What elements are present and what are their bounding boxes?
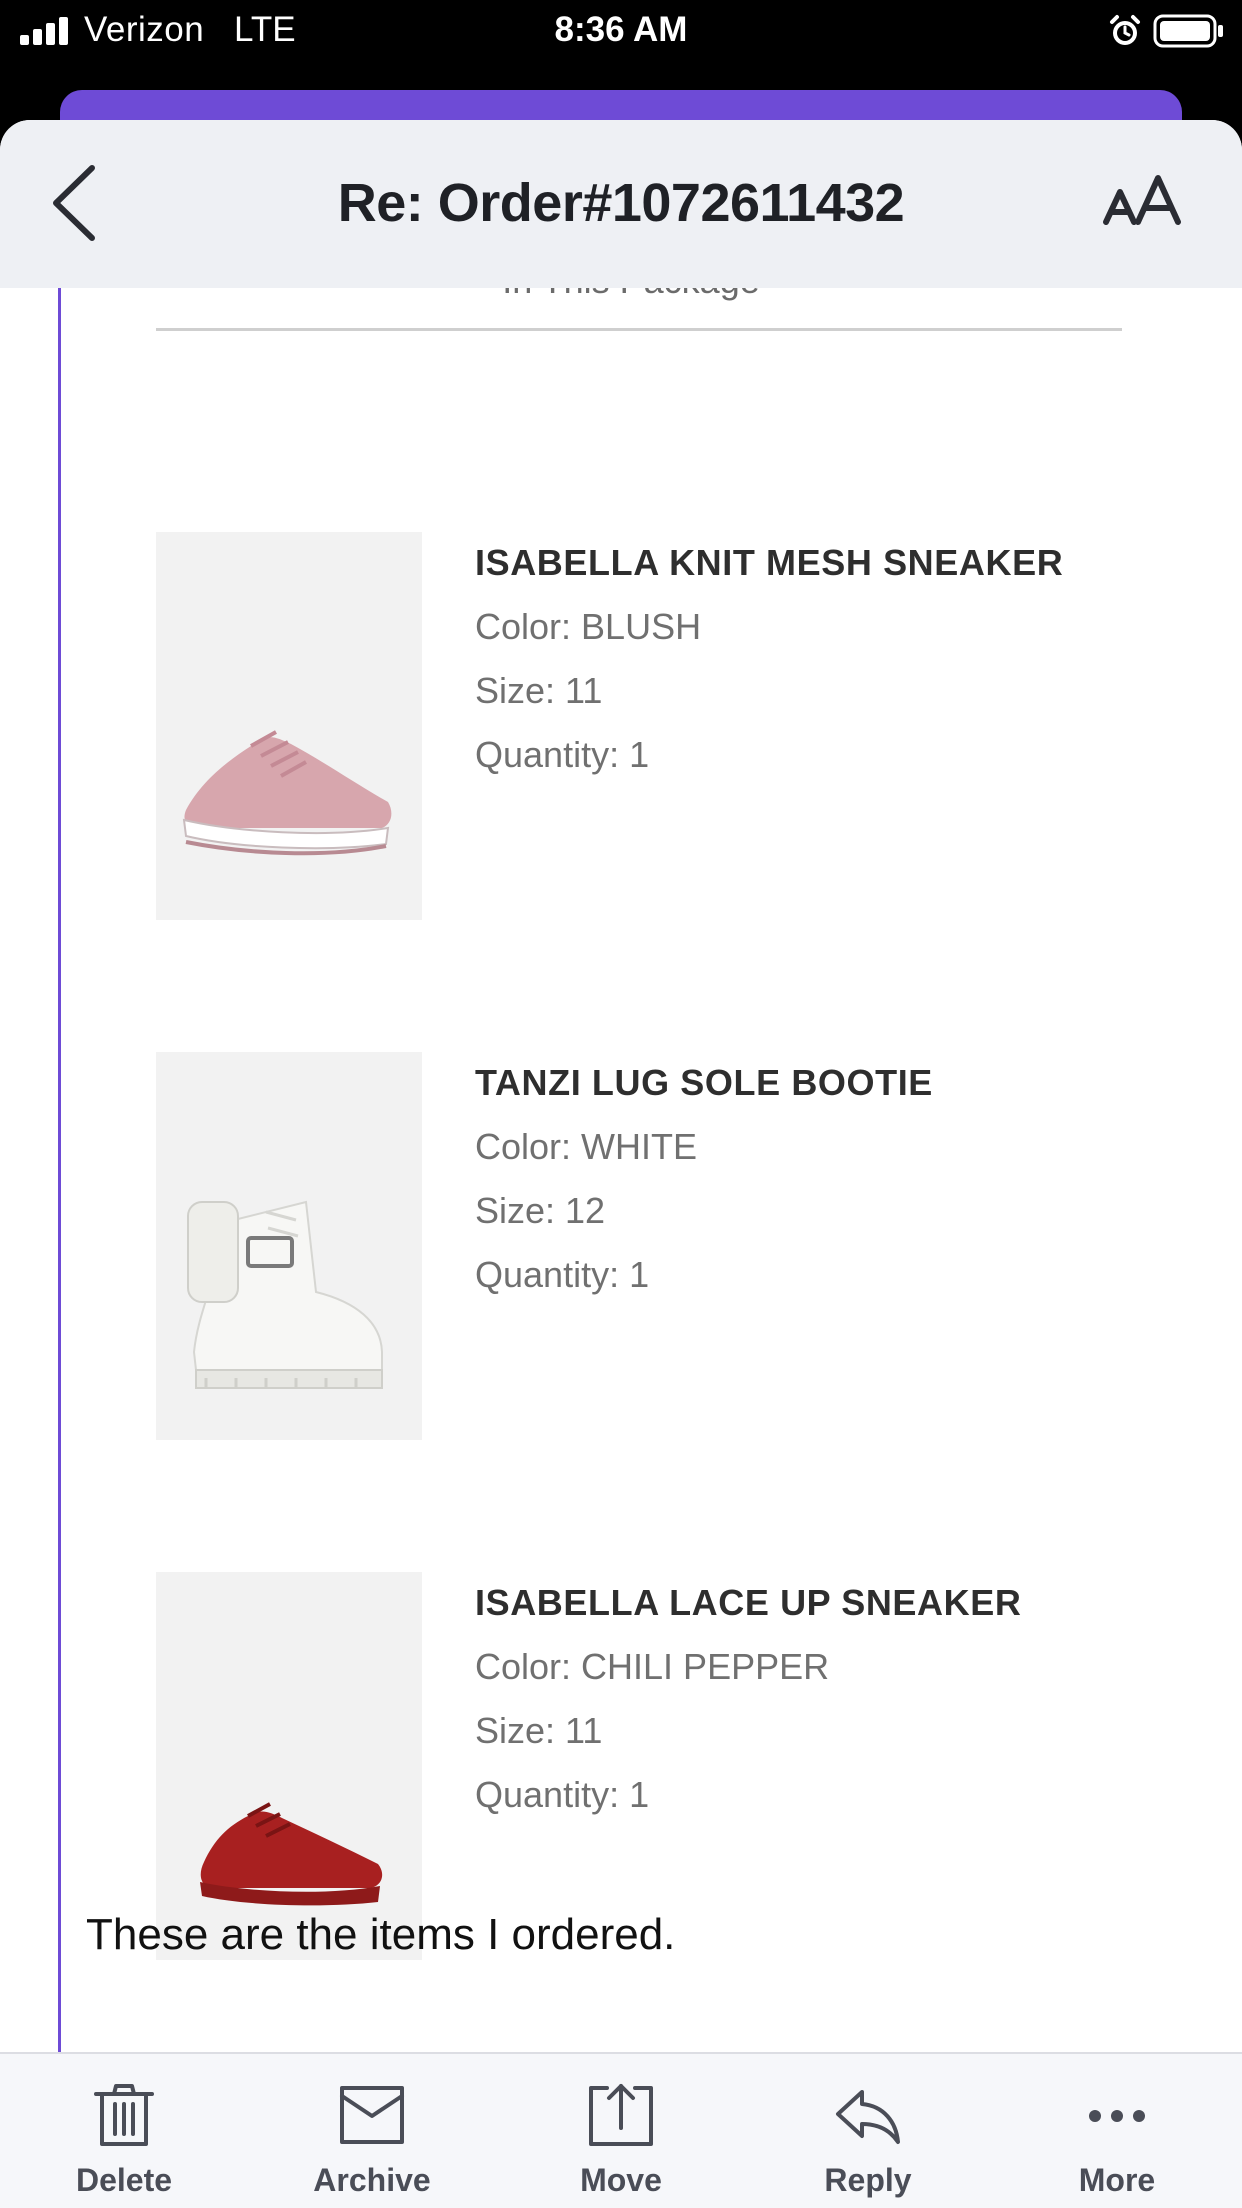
alarm-icon: [1110, 15, 1140, 45]
section-heading: In This Package: [0, 288, 1242, 302]
item-size: Size: 11: [475, 1710, 603, 1751]
item-name: ISABELLA LACE UP SNEAKER: [475, 1582, 1022, 1623]
sneaker-image: [200, 1802, 383, 1906]
message-subject: Re: Order#1072611432: [337, 173, 905, 233]
message-sheet: Re: Order#1072611432 In This Package: [0, 120, 1242, 2208]
archive-icon: [340, 2086, 404, 2144]
item-color: Color: BLUSH: [475, 606, 702, 647]
battery-icon: [1153, 14, 1223, 48]
status-time: 8:36 AM: [554, 10, 688, 49]
quote-bar: [58, 288, 61, 2054]
item-size: Size: 12: [475, 1190, 606, 1231]
product-image: [156, 1572, 422, 1960]
delete-label: Delete: [75, 2162, 173, 2198]
reply-button[interactable]: Reply: [768, 2054, 968, 2208]
move-icon: [589, 2084, 653, 2146]
more-label: More: [1078, 2162, 1156, 2198]
delete-button[interactable]: Delete: [24, 2054, 224, 2208]
move-button[interactable]: Move: [521, 2054, 721, 2208]
archive-button[interactable]: Archive: [272, 2054, 472, 2208]
move-label: Move: [580, 2162, 662, 2198]
item-name: ISABELLA KNIT MESH SNEAKER: [475, 542, 1064, 583]
bootie-image: [187, 1200, 383, 1389]
reply-label: Reply: [824, 2162, 912, 2198]
bottom-toolbar: Delete Archive Move Reply More: [0, 2052, 1242, 2208]
message-header: Re: Order#1072611432: [0, 120, 1242, 288]
more-button[interactable]: More: [1017, 2054, 1217, 2208]
item-name: TANZI LUG SOLE BOOTIE: [475, 1062, 933, 1103]
item-color: Color: CHILI PEPPER: [475, 1646, 830, 1687]
order-item: TANZI LUG SOLE BOOTIE Color: WHITE Size:…: [156, 1052, 1156, 1440]
order-item: ISABELLA KNIT MESH SNEAKER Color: BLUSH …: [156, 532, 1156, 920]
status-bar: Verizon LTE 8:36 AM: [0, 0, 1242, 90]
divider: [156, 328, 1122, 331]
item-size: Size: 11: [475, 670, 603, 711]
message-body[interactable]: In This Package ISABELLA KNIT MESH SNEAK…: [0, 288, 1242, 2054]
item-quantity: Quantity: 1: [475, 1254, 650, 1295]
order-item: ISABELLA LACE UP SNEAKER Color: CHILI PE…: [156, 1572, 1156, 1960]
chevron-left-icon: [53, 165, 95, 241]
item-color: Color: WHITE: [475, 1126, 698, 1167]
back-button[interactable]: [40, 158, 110, 248]
archive-label: Archive: [313, 2162, 431, 2198]
product-image: [156, 1052, 422, 1440]
text-size-button[interactable]: [1100, 170, 1190, 240]
message-note: These are the items I ordered.: [86, 1910, 676, 1959]
trash-icon: [94, 2084, 154, 2146]
more-icon: [1089, 2110, 1145, 2122]
text-size-icon: [1103, 175, 1181, 225]
sneaker-image: [182, 730, 392, 856]
item-quantity: Quantity: 1: [475, 1774, 650, 1815]
item-quantity: Quantity: 1: [475, 734, 650, 775]
reply-icon: [836, 2090, 900, 2144]
product-image: [156, 532, 422, 920]
screen: Verizon LTE 8:36 AM Re: Order#1072611432: [0, 0, 1242, 2208]
